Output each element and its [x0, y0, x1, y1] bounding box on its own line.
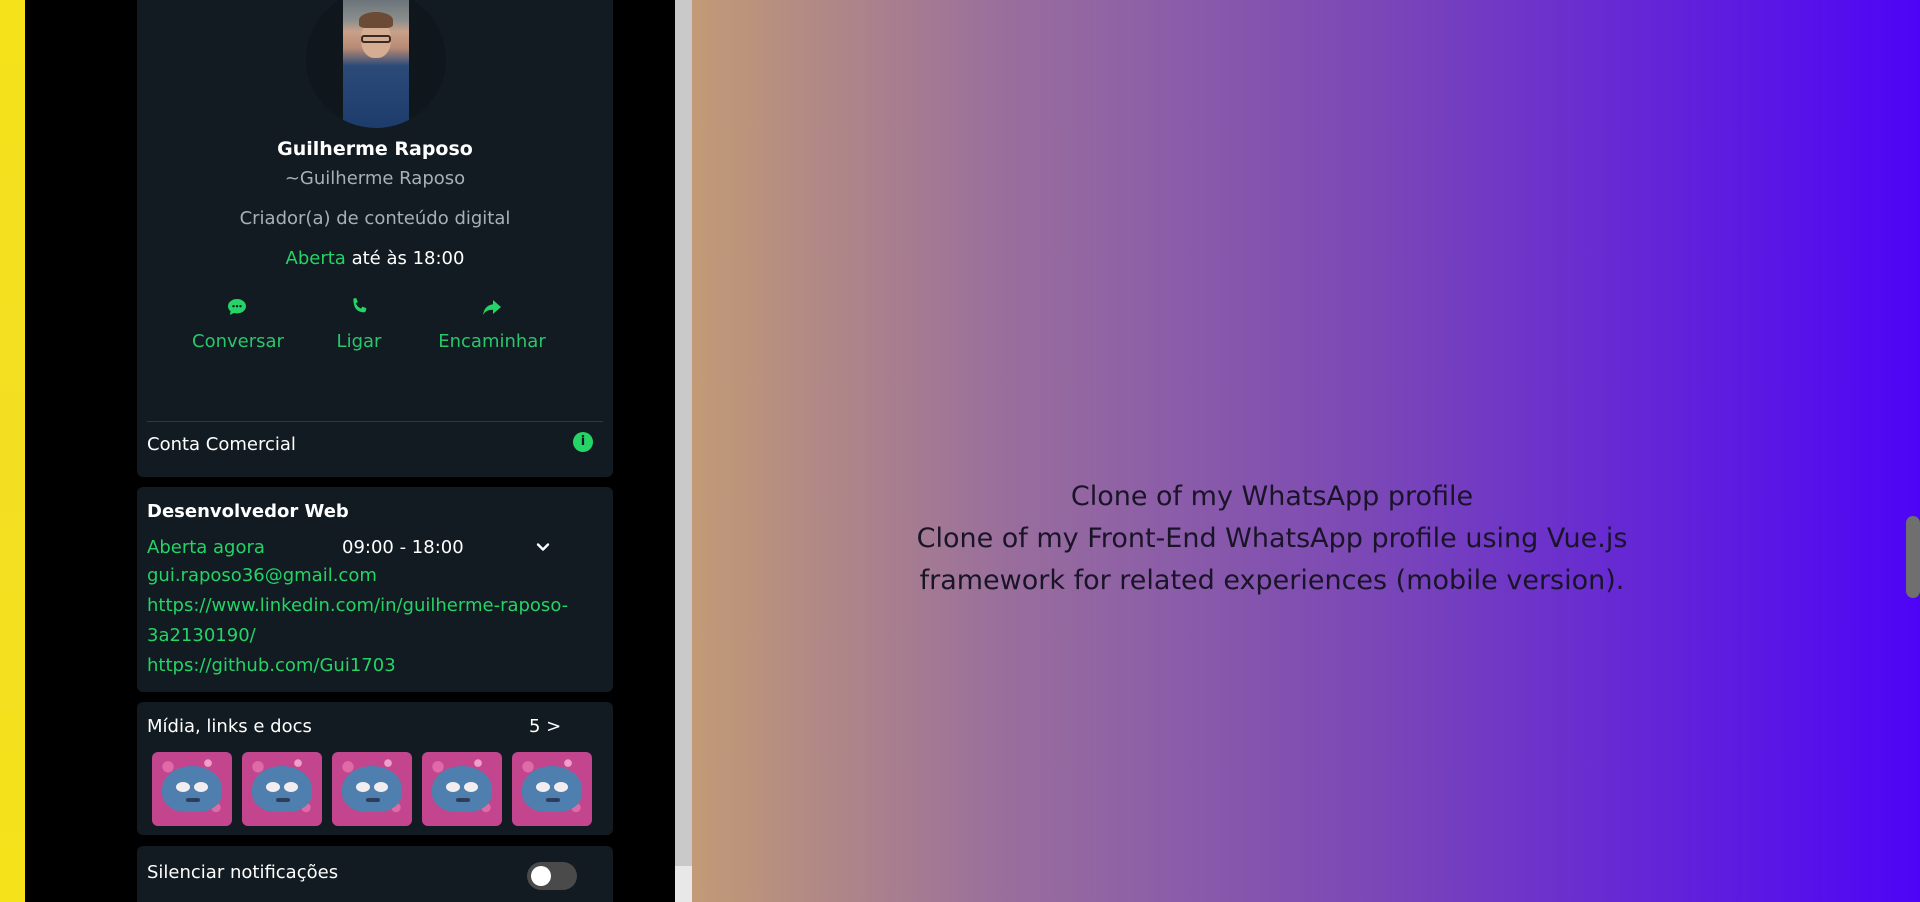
avatar-photo [343, 0, 409, 128]
business-info-card: Desenvolvedor Web Aberta agora 09:00 - 1… [137, 487, 613, 692]
profile-card: Guilherme Raposo ~Guilherme Raposo Criad… [137, 0, 613, 477]
media-thumbnail[interactable] [242, 752, 322, 826]
linkedin-link-continued[interactable]: 3a2130190/ [147, 621, 256, 651]
thumbnail-mouth [276, 798, 290, 802]
business-account-label: Conta Comercial [147, 434, 296, 455]
business-hours: 09:00 - 18:00 [342, 537, 464, 558]
profile-hours: Aberta até às 18:00 [137, 248, 613, 269]
hero-description: Clone of my WhatsApp profile Clone of my… [692, 476, 1852, 602]
hero-title: Clone of my WhatsApp profile [1070, 481, 1474, 512]
phone-scrollbar-thumb[interactable] [675, 0, 692, 866]
avatar-hair [359, 12, 393, 28]
profile-handle: ~Guilherme Raposo [284, 168, 466, 189]
toggle-knob [531, 866, 551, 886]
business-category: Desenvolvedor Web [147, 501, 349, 522]
media-thumbnail[interactable] [422, 752, 502, 826]
business-account-row[interactable]: Conta Comercial i [147, 432, 603, 460]
thumbnail-eye [356, 782, 370, 792]
silence-notifications-toggle[interactable] [527, 862, 577, 890]
status-open: Aberta [285, 248, 346, 269]
thumbnail-character [342, 766, 402, 812]
thumbnail-eye [176, 782, 190, 792]
chat-button[interactable]: Conversar [192, 295, 284, 352]
thumbnail-mouth [366, 798, 380, 802]
forward-label: Encaminhar [438, 331, 546, 352]
forward-button[interactable]: Encaminhar [437, 295, 547, 352]
thumbnail-mouth [456, 798, 470, 802]
linkedin-link[interactable]: https://www.linkedin.com/in/guilherme-ra… [147, 591, 568, 621]
call-label: Ligar [336, 331, 382, 352]
thumbnail-eye [194, 782, 208, 792]
profile-screen: Guilherme Raposo ~Guilherme Raposo Criad… [137, 0, 613, 902]
media-title: Mídia, links e docs [147, 716, 312, 737]
silence-card: Silenciar notificações [137, 846, 613, 902]
chevron-down-icon[interactable] [535, 539, 551, 555]
media-thumbnail[interactable] [152, 752, 232, 826]
media-thumbnail[interactable] [332, 752, 412, 826]
page-scrollbar-thumb[interactable] [1906, 516, 1920, 598]
thumbnail-eye [374, 782, 388, 792]
thumbnail-eye [554, 782, 568, 792]
hero-line-2: Clone of my Front-End WhatsApp profile u… [916, 523, 1628, 554]
media-count-link[interactable]: 5 > [529, 716, 561, 737]
forward-icon [483, 300, 501, 315]
thumbnail-eye [536, 782, 550, 792]
chat-icon [228, 299, 246, 315]
thumbnail-mouth [546, 798, 560, 802]
github-link[interactable]: https://github.com/Gui1703 [147, 651, 396, 681]
chat-label: Conversar [192, 331, 284, 352]
email-link[interactable]: gui.raposo36@gmail.com [147, 561, 377, 591]
profile-role: Criador(a) de conteúdo digital [239, 208, 511, 229]
status-until: até às 18:00 [351, 248, 465, 269]
thumbnail-eye [446, 782, 460, 792]
thumbnail-eye [464, 782, 478, 792]
silence-notifications-label: Silenciar notificações [147, 862, 339, 883]
call-button[interactable]: Ligar [332, 295, 386, 352]
hero-section: Clone of my WhatsApp profile Clone of my… [692, 0, 1920, 902]
phone-scrollbar[interactable] [675, 0, 692, 902]
phone-icon [353, 298, 367, 313]
thumbnail-character [522, 766, 582, 812]
info-icon[interactable]: i [573, 432, 593, 452]
media-thumbnail[interactable] [512, 752, 592, 826]
thumbnail-mouth [186, 798, 200, 802]
divider [147, 421, 603, 422]
thumbnail-character [162, 766, 222, 812]
thumbnail-character [432, 766, 492, 812]
profile-name: Guilherme Raposo [277, 138, 473, 160]
avatar-glasses [361, 35, 391, 43]
media-card: Mídia, links e docs 5 > [137, 702, 613, 835]
phone-frame: Guilherme Raposo ~Guilherme Raposo Criad… [25, 0, 675, 902]
business-open-now: Aberta agora [147, 537, 265, 558]
thumbnail-eye [284, 782, 298, 792]
thumbnail-eye [266, 782, 280, 792]
hero-line-3: framework for related experiences (mobil… [919, 565, 1625, 596]
thumbnail-character [252, 766, 312, 812]
left-edge-strip [0, 0, 25, 902]
avatar[interactable] [306, 0, 446, 128]
